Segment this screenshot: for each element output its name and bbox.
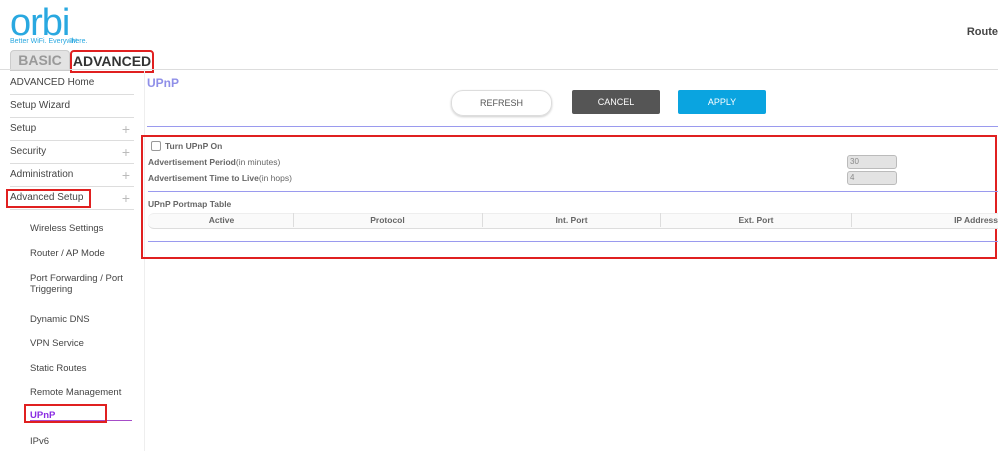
submenu-vpn-service[interactable]: VPN Service (30, 338, 130, 349)
highlight-box (6, 189, 91, 208)
column-protocol: Protocol (293, 213, 483, 227)
page-title: UPnP (147, 76, 180, 90)
submenu-ipv6[interactable]: IPv6 (30, 436, 130, 447)
expand-icon[interactable]: + (122, 187, 130, 209)
sidebar-item-advanced-home[interactable]: ADVANCED Home (10, 72, 134, 95)
sidebar-item-administration[interactable]: Administration + (10, 164, 134, 187)
sidebar-item-security[interactable]: Security + (10, 141, 134, 164)
header-router-label: Route (966, 26, 998, 38)
column-ext-port: Ext. Port (661, 213, 852, 227)
expand-icon[interactable]: + (122, 164, 130, 186)
submenu-dynamic-dns[interactable]: Dynamic DNS (30, 314, 130, 325)
submenu-remote-management[interactable]: Remote Management (30, 387, 130, 398)
tagline: Better WiFi. Everywhere. (10, 38, 88, 45)
apply-button[interactable]: APPLY (678, 90, 766, 114)
upnp-checkbox[interactable] (151, 141, 161, 151)
divider (148, 241, 998, 242)
expand-icon[interactable]: + (122, 141, 130, 163)
portmap-table-title: UPnP Portmap Table (148, 199, 232, 209)
divider (147, 126, 998, 127)
divider (148, 191, 998, 192)
column-int-port: Int. Port (483, 213, 661, 227)
divider (0, 69, 998, 70)
turn-upnp-on-label: Turn UPnP On (165, 141, 223, 151)
submenu-port-forwarding[interactable]: Port Forwarding / Port Triggering (30, 273, 130, 295)
expand-icon[interactable]: + (122, 118, 130, 140)
highlight-box (24, 404, 107, 423)
column-ip-address: IP Address (954, 215, 998, 225)
refresh-button[interactable]: REFRESH (451, 90, 552, 116)
ttl-label: Advertisement Time to Live(in hops) (148, 173, 292, 183)
submenu-static-routes[interactable]: Static Routes (30, 363, 130, 374)
period-input[interactable]: 30 (847, 155, 897, 169)
cancel-button[interactable]: CANCEL (572, 90, 660, 114)
ttl-input[interactable]: 4 (847, 171, 897, 185)
sidebar-item-setup-wizard[interactable]: Setup Wizard (10, 95, 134, 118)
submenu-router-ap-mode[interactable]: Router / AP Mode (30, 248, 130, 259)
sidebar-divider (144, 70, 145, 451)
submenu-wireless-settings[interactable]: Wireless Settings (30, 223, 130, 234)
sidebar-item-setup[interactable]: Setup + (10, 118, 134, 141)
tab-basic[interactable]: BASIC (10, 50, 70, 71)
period-label: Advertisement Period(in minutes) (148, 157, 281, 167)
column-active: Active (150, 213, 294, 227)
